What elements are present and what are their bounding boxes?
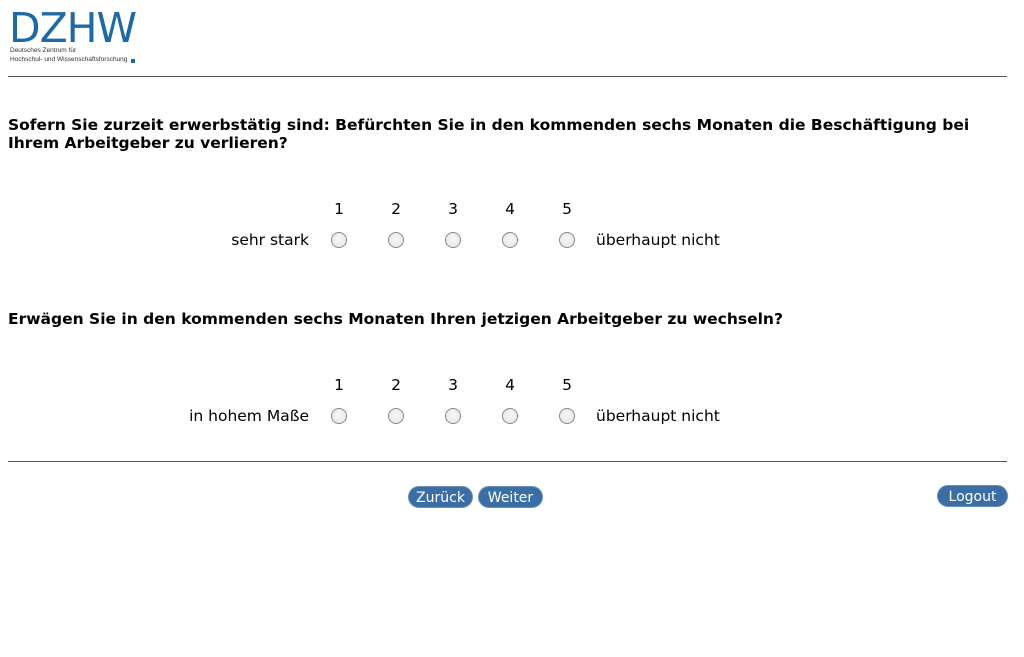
- q2-scale-number-2: 2: [391, 376, 401, 394]
- q2-radio-3[interactable]: [445, 408, 461, 424]
- q1-scale-number-2: 2: [391, 200, 401, 218]
- divider-top: [8, 76, 1007, 77]
- logo-wordmark: DZHW: [9, 4, 137, 52]
- q2-radio-1[interactable]: [331, 408, 347, 424]
- logo-subtitle-line1: Deutsches Zentrum für: [10, 47, 77, 54]
- q1-radio-3[interactable]: [445, 232, 461, 248]
- q2-scale-number-4: 4: [505, 376, 515, 394]
- q1-radio-1[interactable]: [331, 232, 347, 248]
- q1-radio-4[interactable]: [502, 232, 518, 248]
- q1-radio-2[interactable]: [388, 232, 404, 248]
- q2-scale-number-5: 5: [562, 376, 572, 394]
- q2-radio-2[interactable]: [388, 408, 404, 424]
- q2-scale-number-1: 1: [334, 376, 344, 394]
- logo-square-icon: [131, 59, 135, 63]
- logo-subtitle-line2: Hochschul- und Wissenschaftsforschung: [10, 56, 128, 63]
- q1-scale-number-3: 3: [448, 200, 458, 218]
- q1-scale-number-1: 1: [334, 200, 344, 218]
- q1-right-label: überhaupt nicht: [596, 231, 720, 249]
- q2-right-label: überhaupt nicht: [596, 407, 720, 425]
- q2-radio-4[interactable]: [502, 408, 518, 424]
- divider-bottom: [8, 461, 1007, 462]
- q2-left-label: in hohem Maße: [189, 407, 309, 425]
- q1-scale-number-5: 5: [562, 200, 572, 218]
- q1-radio-5[interactable]: [559, 232, 575, 248]
- q2-scale-number-3: 3: [448, 376, 458, 394]
- next-button[interactable]: Weiter: [478, 486, 543, 508]
- q1-left-label: sehr stark: [231, 231, 309, 249]
- logout-button[interactable]: Logout: [937, 485, 1008, 507]
- question-2-text: Erwägen Sie in den kommenden sechs Monat…: [8, 310, 783, 328]
- question-1-text: Sofern Sie zurzeit erwerbstätig sind: Be…: [8, 116, 970, 152]
- dzhw-logo: DZHW Deutsches Zentrum für Hochschul- un…: [9, 6, 149, 66]
- q1-scale-number-4: 4: [505, 200, 515, 218]
- back-button[interactable]: Zurück: [408, 486, 473, 508]
- q2-radio-5[interactable]: [559, 408, 575, 424]
